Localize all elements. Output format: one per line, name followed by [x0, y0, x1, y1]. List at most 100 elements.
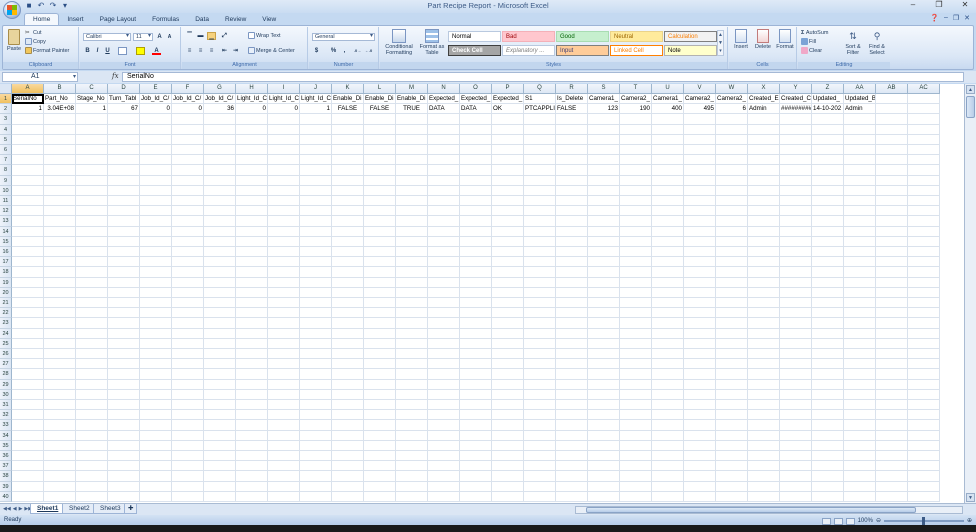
cell-u1[interactable]: Camera1_ [652, 94, 684, 105]
cell-c26[interactable] [76, 349, 108, 360]
cell-s33[interactable] [588, 420, 620, 431]
italic-button[interactable]: I [93, 47, 102, 55]
cell-v16[interactable] [684, 247, 716, 258]
row-header[interactable]: 33 [0, 420, 12, 431]
cell-s11[interactable] [588, 196, 620, 207]
font-color-icon[interactable]: A [152, 47, 161, 55]
fill-button[interactable]: Fill [801, 38, 816, 46]
cell-b29[interactable] [44, 379, 76, 390]
cell-j2[interactable]: 1 [300, 104, 332, 115]
cell-n1[interactable]: Expected_ [428, 94, 460, 105]
cell-g12[interactable] [204, 206, 236, 217]
cell-x5[interactable] [748, 134, 780, 145]
cell-a15[interactable] [12, 236, 44, 247]
cell-n13[interactable] [428, 216, 460, 227]
cell-h33[interactable] [236, 420, 268, 431]
cell-aa28[interactable] [844, 369, 876, 380]
cell-u6[interactable] [652, 145, 684, 156]
cell-m3[interactable] [396, 114, 428, 125]
cell-u14[interactable] [652, 226, 684, 237]
cell-f4[interactable] [172, 124, 204, 135]
cell-u34[interactable] [652, 430, 684, 441]
cell-j16[interactable] [300, 247, 332, 258]
cell-e35[interactable] [140, 440, 172, 451]
cell-d29[interactable] [108, 379, 140, 390]
cell-a35[interactable] [12, 440, 44, 451]
cell-u17[interactable] [652, 257, 684, 268]
cell-m5[interactable] [396, 134, 428, 145]
borders-icon[interactable] [118, 47, 127, 55]
cell-ac29[interactable] [908, 379, 940, 390]
cell-l38[interactable] [364, 471, 396, 482]
cell-b3[interactable] [44, 114, 76, 125]
cell-v2[interactable]: 495 [684, 104, 716, 115]
cell-d4[interactable] [108, 124, 140, 135]
cell-x10[interactable] [748, 185, 780, 196]
cell-c8[interactable] [76, 165, 108, 176]
cell-w18[interactable] [716, 267, 748, 278]
cell-y31[interactable] [780, 400, 812, 411]
cell-k8[interactable] [332, 165, 364, 176]
column-header-ab[interactable]: AB [876, 84, 908, 94]
ribbon-minimize-icon[interactable]: – [944, 14, 948, 22]
cell-q10[interactable] [524, 185, 556, 196]
cell-a23[interactable] [12, 318, 44, 329]
cell-x4[interactable] [748, 124, 780, 135]
column-header-b[interactable]: B [44, 84, 76, 94]
cell-j7[interactable] [300, 155, 332, 166]
cell-q4[interactable] [524, 124, 556, 135]
cell-c27[interactable] [76, 359, 108, 370]
cell-j35[interactable] [300, 440, 332, 451]
cell-q23[interactable] [524, 318, 556, 329]
cell-w13[interactable] [716, 216, 748, 227]
cell-w5[interactable] [716, 134, 748, 145]
cell-a29[interactable] [12, 379, 44, 390]
cell-c32[interactable] [76, 410, 108, 421]
cell-l23[interactable] [364, 318, 396, 329]
cell-r40[interactable] [556, 491, 588, 502]
column-header-y[interactable]: Y [780, 84, 812, 94]
cell-w20[interactable] [716, 287, 748, 298]
column-header-u[interactable]: U [652, 84, 684, 94]
cell-o12[interactable] [460, 206, 492, 217]
cell-d15[interactable] [108, 236, 140, 247]
cell-h35[interactable] [236, 440, 268, 451]
cell-y25[interactable] [780, 338, 812, 349]
cell-w32[interactable] [716, 410, 748, 421]
cell-u30[interactable] [652, 389, 684, 400]
cell-f26[interactable] [172, 349, 204, 360]
cell-y11[interactable] [780, 196, 812, 207]
cell-t38[interactable] [620, 471, 652, 482]
cell-g35[interactable] [204, 440, 236, 451]
cell-h7[interactable] [236, 155, 268, 166]
style-explanatory[interactable]: Explanatory ... [502, 45, 555, 56]
cell-j37[interactable] [300, 461, 332, 472]
cell-y35[interactable] [780, 440, 812, 451]
cell-s10[interactable] [588, 185, 620, 196]
cell-t35[interactable] [620, 440, 652, 451]
cell-b33[interactable] [44, 420, 76, 431]
cell-e40[interactable] [140, 491, 172, 502]
cell-p34[interactable] [492, 430, 524, 441]
cell-j12[interactable] [300, 206, 332, 217]
cell-d2[interactable]: 67 [108, 104, 140, 115]
cell-l33[interactable] [364, 420, 396, 431]
cell-w27[interactable] [716, 359, 748, 370]
cell-k28[interactable] [332, 369, 364, 380]
cell-g28[interactable] [204, 369, 236, 380]
cell-ab14[interactable] [876, 226, 908, 237]
cell-i29[interactable] [268, 379, 300, 390]
cell-u16[interactable] [652, 247, 684, 258]
cell-ac11[interactable] [908, 196, 940, 207]
cell-p19[interactable] [492, 277, 524, 288]
cell-i4[interactable] [268, 124, 300, 135]
cell-h10[interactable] [236, 185, 268, 196]
cell-d27[interactable] [108, 359, 140, 370]
cell-x30[interactable] [748, 389, 780, 400]
cell-x40[interactable] [748, 491, 780, 502]
cell-v4[interactable] [684, 124, 716, 135]
cell-o21[interactable] [460, 298, 492, 309]
cell-e17[interactable] [140, 257, 172, 268]
cell-aa11[interactable] [844, 196, 876, 207]
cell-ab34[interactable] [876, 430, 908, 441]
